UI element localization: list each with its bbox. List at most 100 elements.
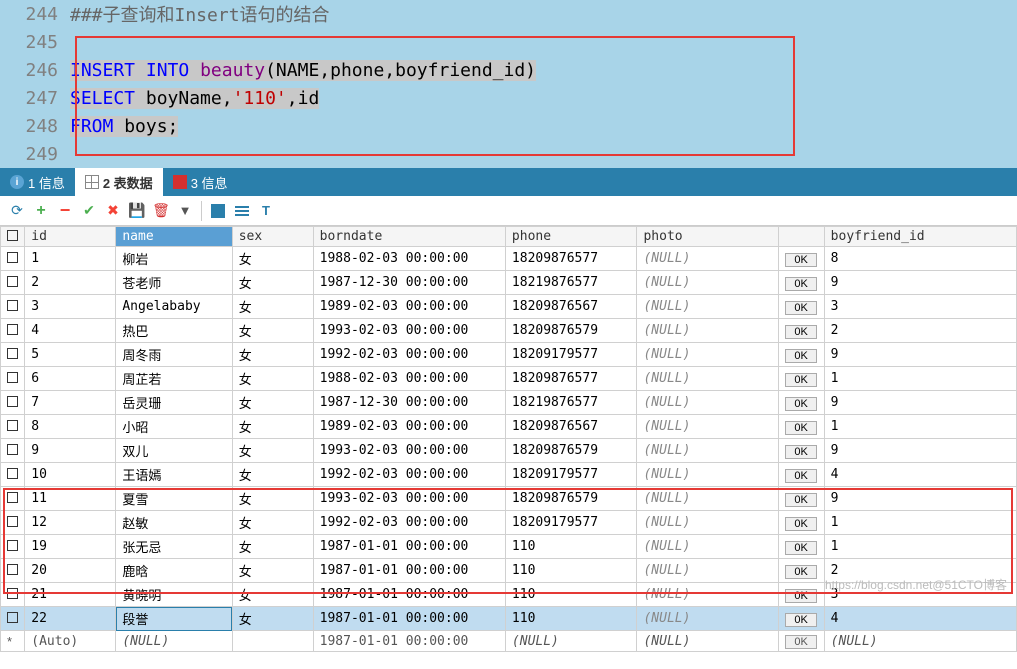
table-row[interactable]: 1柳岩女1988-02-03 00:00:0018209876577(NULL)… xyxy=(1,247,1017,271)
cell-blob-button[interactable]: 0K xyxy=(779,247,825,271)
cell-photo[interactable]: (NULL) xyxy=(637,295,779,319)
cell-phone[interactable]: 18219876577 xyxy=(505,271,637,295)
tab-info-3[interactable]: 3 信息 xyxy=(163,168,238,196)
cell-name[interactable]: 张无忌 xyxy=(116,535,232,559)
cell-sex[interactable]: 女 xyxy=(232,487,313,511)
cell-phone[interactable]: 18209876567 xyxy=(505,415,637,439)
cancel-button[interactable]: ✖ xyxy=(102,200,124,222)
cell-blob-button[interactable]: 0K xyxy=(779,607,825,631)
cell-id[interactable]: 19 xyxy=(25,535,116,559)
header-sex[interactable]: sex xyxy=(232,227,313,247)
data-grid[interactable]: id name sex borndate phone photo boyfrie… xyxy=(0,226,1017,652)
cell-phone[interactable]: 18209179577 xyxy=(505,463,637,487)
code-line[interactable]: FROM boys; xyxy=(70,116,1017,137)
cell-phone[interactable]: (NULL) xyxy=(505,631,637,652)
row-checkbox[interactable] xyxy=(1,295,25,319)
cell-name[interactable]: 黄晓明 xyxy=(116,583,232,607)
cell-phone[interactable]: 18209876579 xyxy=(505,487,637,511)
cell-photo[interactable]: (NULL) xyxy=(637,391,779,415)
cell-id[interactable]: 22 xyxy=(25,607,116,631)
cell-boyfriend-id[interactable]: 1 xyxy=(824,415,1016,439)
cell-id[interactable]: 2 xyxy=(25,271,116,295)
header-boyfriend-id[interactable]: boyfriend_id xyxy=(824,227,1016,247)
cell-blob-button[interactable]: 0K xyxy=(779,439,825,463)
cell-name[interactable]: 双儿 xyxy=(116,439,232,463)
cell-phone[interactable]: 110 xyxy=(505,535,637,559)
cell-sex[interactable]: 女 xyxy=(232,463,313,487)
cell-sex[interactable]: 女 xyxy=(232,439,313,463)
row-checkbox[interactable] xyxy=(1,607,25,631)
table-row[interactable]: 9双儿女1993-02-03 00:00:0018209876579(NULL)… xyxy=(1,439,1017,463)
cell-blob-button[interactable]: 0K xyxy=(779,295,825,319)
cell-sex[interactable]: 女 xyxy=(232,535,313,559)
cell-sex[interactable]: 女 xyxy=(232,343,313,367)
cell-blob-button[interactable]: 0K xyxy=(779,319,825,343)
cell-id[interactable]: 4 xyxy=(25,319,116,343)
cell-photo[interactable]: (NULL) xyxy=(637,415,779,439)
add-row-button[interactable]: + xyxy=(30,200,52,222)
row-checkbox[interactable] xyxy=(1,391,25,415)
code-line[interactable]: SELECT boyName,'110',id xyxy=(70,88,1017,109)
cell-borndate[interactable]: 1992-02-03 00:00:00 xyxy=(313,463,505,487)
cell-borndate[interactable]: 1987-01-01 00:00:00 xyxy=(313,607,505,631)
cell-sex[interactable]: 女 xyxy=(232,319,313,343)
cell-blob-button[interactable]: 0K xyxy=(779,511,825,535)
remove-row-button[interactable]: − xyxy=(54,200,76,222)
cell-borndate[interactable]: 1988-02-03 00:00:00 xyxy=(313,367,505,391)
cell-blob-button[interactable]: 0K xyxy=(779,535,825,559)
cell-id[interactable]: 10 xyxy=(25,463,116,487)
cell-name[interactable]: 小昭 xyxy=(116,415,232,439)
cell-phone[interactable]: 110 xyxy=(505,583,637,607)
code-line[interactable]: INSERT INTO beauty(NAME,phone,boyfriend_… xyxy=(70,60,1017,81)
cell-borndate[interactable]: 1988-02-03 00:00:00 xyxy=(313,247,505,271)
cell-id[interactable]: 3 xyxy=(25,295,116,319)
cell-borndate[interactable]: 1987-01-01 00:00:00 xyxy=(313,583,505,607)
cell-id[interactable]: 8 xyxy=(25,415,116,439)
cell-sex[interactable]: 女 xyxy=(232,415,313,439)
cell-phone[interactable]: 110 xyxy=(505,559,637,583)
cell-name[interactable]: 鹿晗 xyxy=(116,559,232,583)
cell-photo[interactable]: (NULL) xyxy=(637,343,779,367)
cell-boyfriend-id[interactable]: 8 xyxy=(824,247,1016,271)
cell-boyfriend-id[interactable]: 9 xyxy=(824,439,1016,463)
cell-sex[interactable]: 女 xyxy=(232,511,313,535)
cell-boyfriend-id[interactable]: 2 xyxy=(824,319,1016,343)
cell-sex[interactable]: 女 xyxy=(232,295,313,319)
tab-info-1[interactable]: i 1 信息 xyxy=(0,168,75,196)
cell-boyfriend-id[interactable]: 2 xyxy=(824,559,1016,583)
cell-sex[interactable]: 女 xyxy=(232,247,313,271)
cell-id[interactable]: 21 xyxy=(25,583,116,607)
cell-blob-button[interactable]: 0K xyxy=(779,271,825,295)
cell-borndate[interactable]: 1989-02-03 00:00:00 xyxy=(313,295,505,319)
cell-name[interactable]: 周冬雨 xyxy=(116,343,232,367)
cell-phone[interactable]: 18209876577 xyxy=(505,367,637,391)
table-row[interactable]: 21黄晓明女1987-01-01 00:00:00110(NULL)0K3 xyxy=(1,583,1017,607)
cell-phone[interactable]: 110 xyxy=(505,607,637,631)
cell-photo[interactable]: (NULL) xyxy=(637,271,779,295)
cell-photo[interactable]: (NULL) xyxy=(637,487,779,511)
cell-photo[interactable]: (NULL) xyxy=(637,463,779,487)
refresh-button[interactable]: ⟳ xyxy=(6,200,28,222)
filter-button[interactable]: ▼ xyxy=(174,200,196,222)
cell-borndate[interactable]: 1992-02-03 00:00:00 xyxy=(313,511,505,535)
cell-photo[interactable]: (NULL) xyxy=(637,439,779,463)
cell-boyfriend-id[interactable]: (NULL) xyxy=(824,631,1016,652)
cell-boyfriend-id[interactable]: 9 xyxy=(824,391,1016,415)
apply-button[interactable]: ✔ xyxy=(78,200,100,222)
view-text-button[interactable]: T xyxy=(255,200,277,222)
cell-borndate[interactable]: 1987-01-01 00:00:00 xyxy=(313,631,505,652)
header-checkbox[interactable] xyxy=(1,227,25,247)
table-row[interactable]: 8小昭女1989-02-03 00:00:0018209876567(NULL)… xyxy=(1,415,1017,439)
table-row[interactable]: 2苍老师女1987-12-30 00:00:0018219876577(NULL… xyxy=(1,271,1017,295)
row-checkbox[interactable] xyxy=(1,247,25,271)
cell-phone[interactable]: 18219876577 xyxy=(505,391,637,415)
cell-photo[interactable]: (NULL) xyxy=(637,607,779,631)
cell-name[interactable]: 赵敏 xyxy=(116,511,232,535)
header-id[interactable]: id xyxy=(25,227,116,247)
cell-phone[interactable]: 18209179577 xyxy=(505,511,637,535)
save-button[interactable]: 💾 xyxy=(126,200,148,222)
cell-name[interactable]: 柳岩 xyxy=(116,247,232,271)
cell-boyfriend-id[interactable]: 9 xyxy=(824,271,1016,295)
cell-boyfriend-id[interactable]: 9 xyxy=(824,343,1016,367)
cell-borndate[interactable]: 1987-01-01 00:00:00 xyxy=(313,559,505,583)
